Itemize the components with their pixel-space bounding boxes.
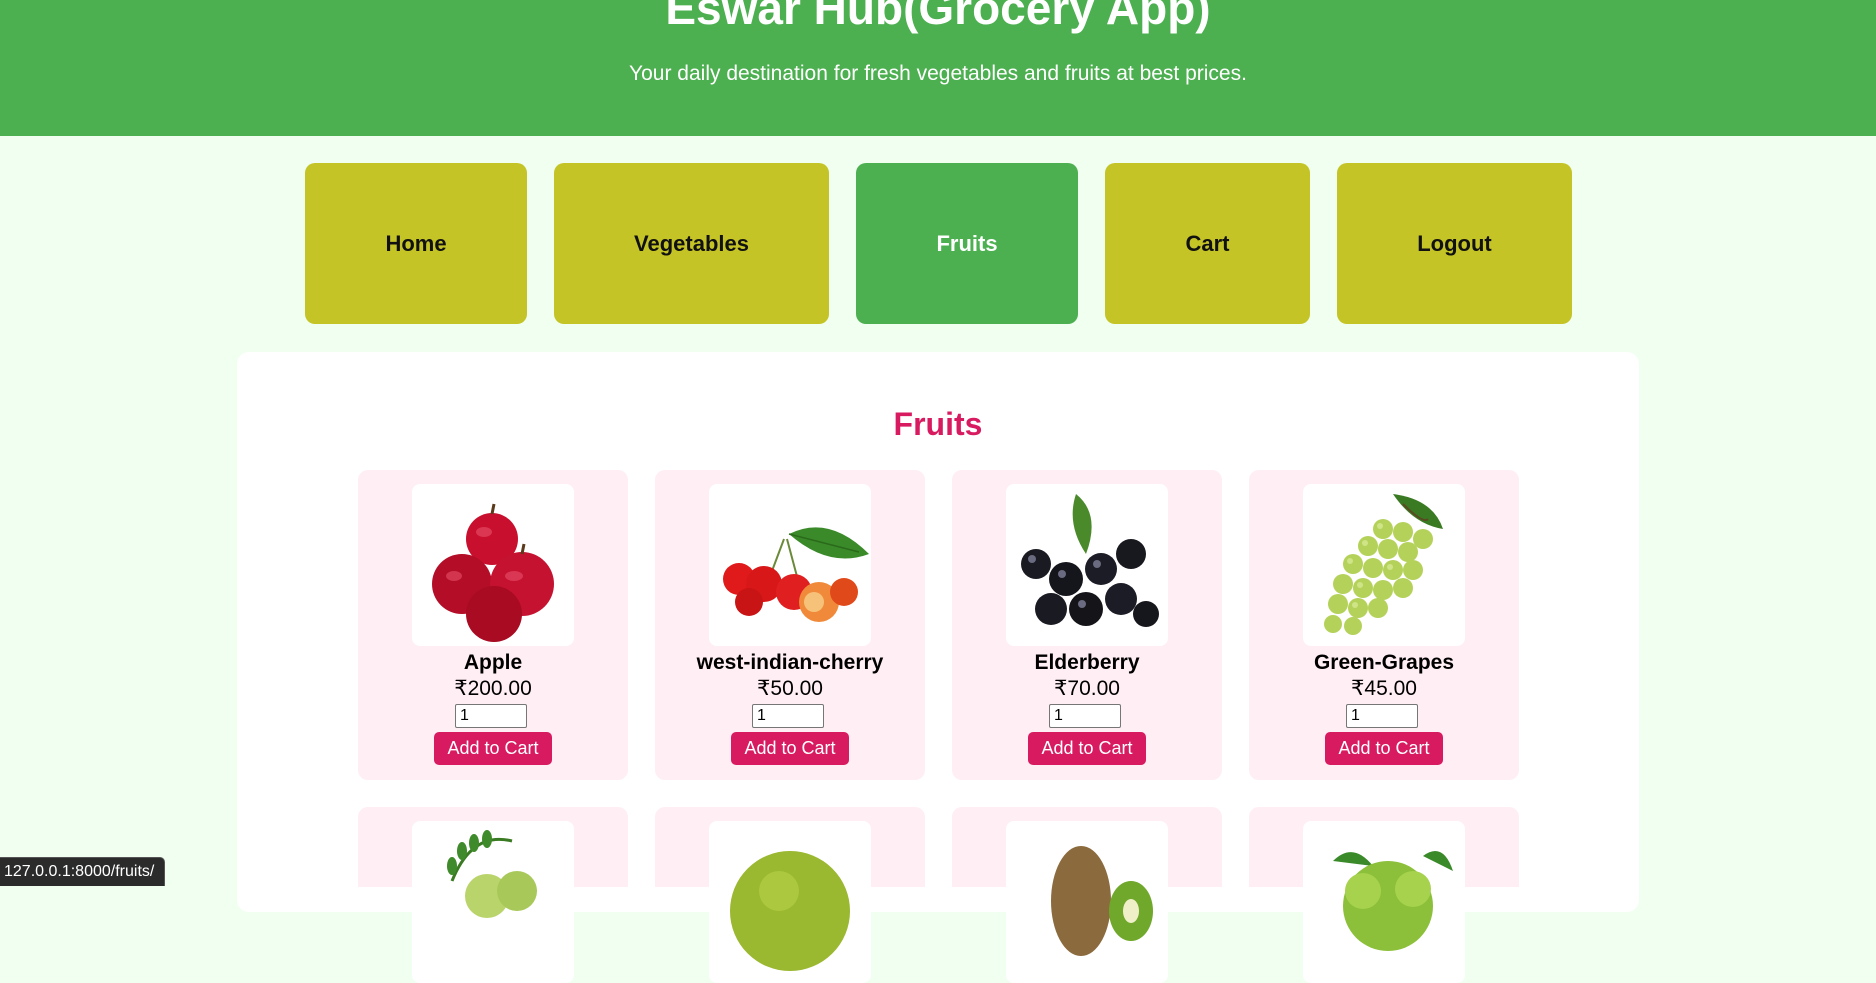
apple-image[interactable] [412, 484, 574, 646]
product-card [1249, 807, 1519, 983]
nav-cart-button[interactable]: Cart [1105, 163, 1310, 324]
nav-fruits-button[interactable]: Fruits [856, 163, 1078, 324]
elderberry-image[interactable] [1006, 484, 1168, 646]
product-name: Green-Grapes [1313, 651, 1455, 674]
site-header: Eswar Hub(Grocery App) Your daily destin… [0, 0, 1876, 136]
product-card [655, 807, 925, 983]
nav-home-label: Home [385, 230, 447, 256]
quantity-input[interactable] [1049, 704, 1121, 728]
nav-logout-button[interactable]: Logout [1337, 163, 1572, 324]
nav-cart-label: Cart [1185, 230, 1230, 256]
section-title: Fruits [893, 406, 983, 442]
green-grapes-image[interactable] [1303, 484, 1465, 646]
main-nav: Home Vegetables Fruits Cart Logout [0, 163, 1876, 324]
west-indian-cherry-image[interactable] [709, 484, 871, 646]
product-name: Apple [463, 651, 523, 674]
quantity-input[interactable] [455, 704, 527, 728]
browser-status-bar: 127.0.0.1:8000/fruits/ [0, 857, 166, 886]
product-card: Elderberry ₹70.00 Add to Cart [952, 470, 1222, 780]
amla-image[interactable] [412, 821, 574, 983]
add-to-cart-button[interactable]: Add to Cart [1028, 732, 1146, 765]
product-price: ₹70.00 [1054, 677, 1120, 700]
site-subtitle: Your daily destination for fresh vegetab… [629, 62, 1247, 85]
products-panel: Fruits Apple ₹200.00 Add to Cart [237, 352, 1639, 983]
jackfruit-image[interactable] [709, 821, 871, 983]
product-price: ₹200.00 [454, 677, 532, 700]
product-card [952, 807, 1222, 983]
add-to-cart-button[interactable]: Add to Cart [434, 732, 552, 765]
quantity-input[interactable] [1346, 704, 1418, 728]
bergamot-image[interactable] [1303, 821, 1465, 983]
nav-vegetables-button[interactable]: Vegetables [554, 163, 829, 324]
product-name: Elderberry [1034, 651, 1140, 674]
product-name: west-indian-cherry [696, 651, 884, 674]
kiwi-image[interactable] [1006, 821, 1168, 983]
nav-home-button[interactable]: Home [305, 163, 527, 324]
nav-logout-label: Logout [1417, 230, 1492, 256]
product-price: ₹45.00 [1351, 677, 1417, 700]
quantity-input[interactable] [752, 704, 824, 728]
product-card: west-indian-cherry ₹50.00 Add to Cart [655, 470, 925, 780]
add-to-cart-button[interactable]: Add to Cart [731, 732, 849, 765]
product-card: Apple ₹200.00 Add to Cart [358, 470, 628, 780]
product-price: ₹50.00 [757, 677, 823, 700]
add-to-cart-button[interactable]: Add to Cart [1325, 732, 1443, 765]
product-card: Green-Grapes ₹45.00 Add to Cart [1249, 470, 1519, 780]
nav-fruits-label: Fruits [936, 230, 998, 256]
nav-vegetables-label: Vegetables [634, 230, 749, 256]
site-title: Eswar Hub(Grocery App) [665, 0, 1211, 34]
product-card [358, 807, 628, 983]
